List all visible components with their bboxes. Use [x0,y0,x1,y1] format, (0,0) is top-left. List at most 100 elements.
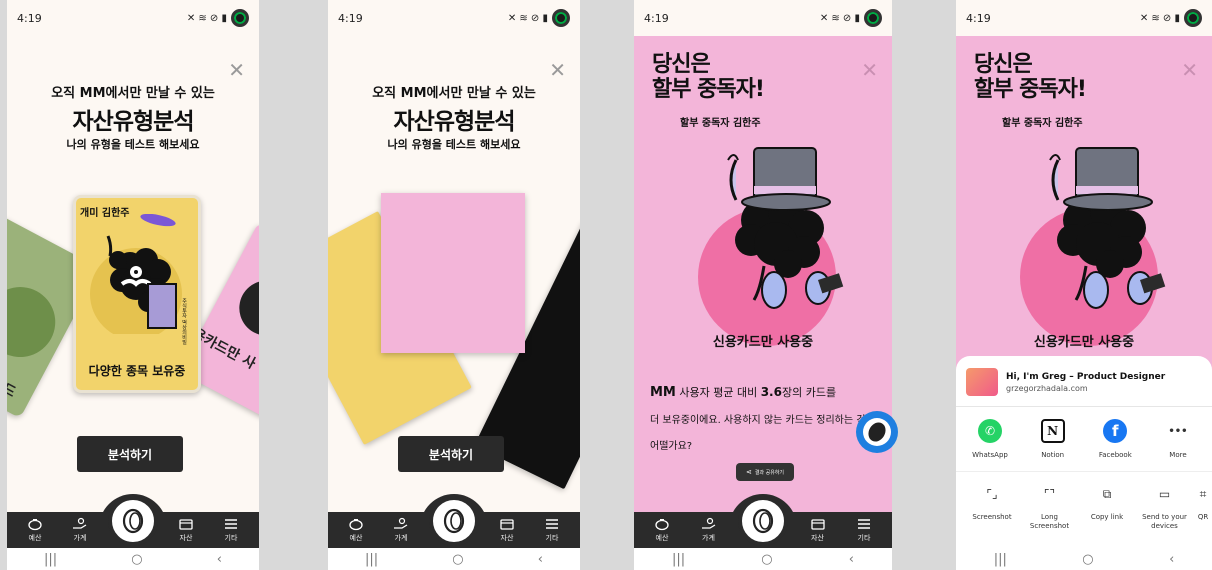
hand-coins-icon [701,517,715,529]
piggy-bank-icon [28,519,42,531]
share-sheet-title: Hi, I'm Greg – Product Designer [1006,371,1166,382]
intro-line1: 오직 MM에서만 만날 수 있는 [51,86,215,101]
phone-intro-transition: 4:19 ✕ ≋ ⊘ ▮ ✕ 오직 MM에서만 만날 수 있는 자산유형분석 나… [328,0,580,570]
card-caption: 다양한 종목 보유중 [88,364,186,378]
back-button[interactable]: ‹ [849,552,854,567]
home-button[interactable]: ○ [131,552,142,567]
share-icon: ⋖ [745,468,752,476]
center-coin-button[interactable] [429,496,479,546]
result-subtitle: 할부 중독자 김한주 [1002,118,1083,129]
facebook-icon: f [1103,419,1128,443]
card-left-text: 랑 카드 보 [7,366,19,401]
floating-chat-bubble[interactable] [856,411,898,453]
center-coin-button[interactable] [738,496,788,546]
share-whatsapp[interactable]: ✆ WhatsApp [962,419,1018,459]
status-bar: 4:19 ✕ ≋ ⊘ ▮ [956,0,1212,36]
card-center-pink[interactable] [381,193,525,353]
status-icons: ✕ ≋ ⊘ ▮ [1139,12,1180,24]
share-sheet-header: Hi, I'm Greg – Product Designer grzegorz… [956,356,1212,407]
tab-household[interactable]: 가계 [66,517,94,543]
status-icons: ✕ ≋ ⊘ ▮ [819,12,860,24]
coin-icon [443,508,465,534]
tab-household[interactable]: 가계 [695,517,723,543]
close-icon[interactable]: ✕ [1181,58,1198,82]
system-nav-bar: ||| ○ ‹ [328,548,580,570]
share-app-row: ✆ WhatsApp N Notion f Facebook ••• More [956,407,1212,459]
tab-household[interactable]: 가계 [387,517,415,543]
camera-dot-icon [231,9,249,27]
camera-dot-icon [1184,9,1202,27]
card-center-yellow[interactable]: 개미 김한주 주식투자 떡상의비밀 다양한 종목 보유중 [73,195,201,393]
action-copy-link[interactable]: ⧉ Copy link [1081,488,1133,531]
back-button[interactable]: ‹ [1169,552,1174,567]
share-action-row: ⌜⌟ Screenshot ⌜⌝ Long Screenshot ⧉ Copy lin… [956,471,1212,531]
phone-intro-cards: 4:19 ✕ ≋ ⊘ ▮ ✕ 오직 MM에서만 만날 수 있는 자산유형분석 나… [7,0,259,570]
status-icons: ✕ ≋ ⊘ ▮ [186,12,227,24]
center-coin-button[interactable] [108,496,158,546]
tab-budget[interactable]: 예산 [648,517,676,543]
menu-icon [858,519,870,529]
result-body-line3: 어떨가요? [650,441,693,452]
close-icon[interactable]: ✕ [861,58,878,82]
analyze-button[interactable]: 분석하기 [398,436,504,472]
status-bar: 4:19 ✕ ≋ ⊘ ▮ [328,0,580,36]
action-long-screenshot[interactable]: ⌜⌝ Long Screenshot [1024,487,1076,531]
long-screenshot-icon: ⌜⌝ [1043,487,1056,501]
screens-row: 4:19 ✕ ≋ ⊘ ▮ ✕ 오직 MM에서만 만날 수 있는 자산유형분석 나… [0,0,1212,570]
notion-icon: N [1040,419,1065,443]
tab-more[interactable]: 기타 [850,517,878,543]
recents-button[interactable]: ||| [44,552,57,567]
camera-dot-icon [552,9,570,27]
intro-title: 자산유형분석 [72,109,195,135]
menu-icon [225,519,237,529]
result-caption: 신용카드만 사용중 [712,335,814,350]
wallet-icon [179,519,193,530]
home-button[interactable]: ○ [761,552,772,567]
book-text: 주식투자 떡상의비밀 [181,298,187,345]
more-icon: ••• [1165,419,1190,443]
recents-button[interactable]: ||| [365,552,378,567]
coin-icon [752,508,774,534]
phone-share-sheet: 4:19 ✕ ≋ ⊘ ▮ ✕ 당신은 할부 중독자! 할부 중독자 김한주 신용카… [956,0,1212,570]
share-more[interactable]: ••• More [1150,419,1206,459]
result-caption: 신용카드만 사용중 [1033,335,1135,350]
action-send-to-devices[interactable]: ▭ Send to your devices [1139,487,1191,531]
result-body-line1: MM 사용자 평균 대비 3.6장의 카드를 [650,385,837,400]
recents-button[interactable]: ||| [672,552,685,567]
share-sheet: Hi, I'm Greg – Product Designer grzegorz… [956,356,1212,548]
tab-more[interactable]: 기타 [217,517,245,543]
wallet-icon [500,519,514,530]
whatsapp-icon: ✆ [978,419,1002,443]
share-result-chip[interactable]: ⋖ 결과 공유하기 [736,463,794,481]
tab-budget[interactable]: 예산 [342,517,370,543]
intro-subtitle: 나의 유형을 테스트 해보세요 [387,138,521,151]
back-button[interactable]: ‹ [538,552,543,567]
status-time: 4:19 [966,11,991,25]
tab-assets[interactable]: 자산 [804,517,832,543]
home-button[interactable]: ○ [1082,552,1093,567]
result-body-line2: 더 보유중이에요. 사용하지 않는 카드는 정리하는 건 [650,415,866,426]
analyze-button[interactable]: 분석하기 [77,436,183,472]
piggy-bank-icon [655,519,669,531]
top-hat-character-illustration [727,147,844,309]
qr-icon: ⌗ [1199,490,1207,501]
system-nav-bar: ||| ○ ‹ [956,548,1212,570]
share-notion[interactable]: N Notion [1025,419,1081,459]
camera-dot-icon [864,9,882,27]
phone-result: 4:19 ✕ ≋ ⊘ ▮ ✕ 당신은 할부 중독자! 할부 중독자 김한주 신용카… [634,0,892,570]
tab-budget[interactable]: 예산 [21,517,49,543]
tab-more[interactable]: 기타 [538,517,566,543]
action-screenshot[interactable]: ⌜⌟ Screenshot [966,488,1018,531]
close-icon[interactable]: ✕ [228,58,245,82]
home-button[interactable]: ○ [452,552,463,567]
recents-button[interactable]: ||| [994,552,1007,567]
back-button[interactable]: ‹ [217,552,222,567]
tab-assets[interactable]: 자산 [493,517,521,543]
hand-coins-icon [394,517,408,529]
share-sheet-url: grzegorzhadala.com [1006,383,1088,393]
tab-assets[interactable]: 자산 [172,517,200,543]
close-icon[interactable]: ✕ [549,58,566,82]
share-facebook[interactable]: f Facebook [1087,419,1143,459]
action-qr[interactable]: ⌗ QR [1196,490,1210,531]
send-to-devices-icon: ▭ [1158,487,1171,501]
